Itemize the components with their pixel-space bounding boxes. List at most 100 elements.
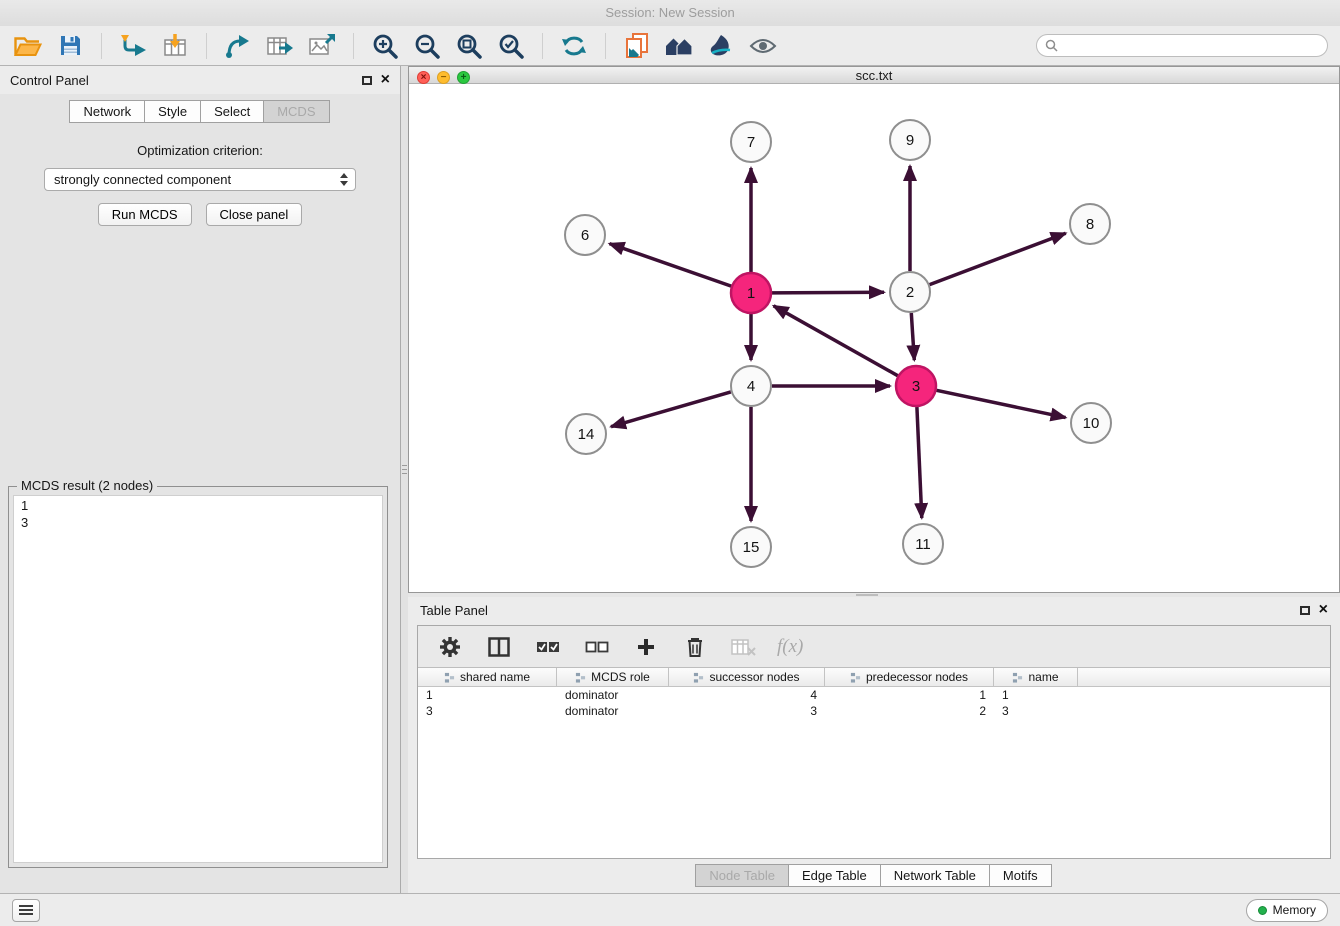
- node-14[interactable]: 14: [566, 414, 606, 454]
- table-cell: 1: [418, 687, 557, 703]
- network-window-titlebar[interactable]: × − + scc.txt: [409, 67, 1339, 84]
- table-panel-header: Table Panel ×: [408, 597, 1340, 623]
- export-table-button[interactable]: [264, 30, 296, 62]
- tab-network-table[interactable]: Network Table: [880, 864, 990, 887]
- edge-2-8[interactable]: [930, 233, 1066, 284]
- tab-node-table[interactable]: Node Table: [695, 864, 789, 887]
- zoom-selected-button[interactable]: [495, 30, 527, 62]
- select-all-button[interactable]: [532, 631, 564, 663]
- tab-select[interactable]: Select: [200, 100, 264, 123]
- zoom-out-button[interactable]: [411, 30, 443, 62]
- node-4[interactable]: 4: [731, 366, 771, 406]
- close-panel-icon[interactable]: ×: [1319, 602, 1328, 618]
- annotation-paint-button[interactable]: [705, 30, 737, 62]
- table-header-row: shared nameMCDS rolesuccessor nodesprede…: [418, 668, 1330, 687]
- column-header-shared-name[interactable]: shared name: [418, 668, 557, 686]
- network-canvas[interactable]: 7 9 6 8 1 2 4 3 14 10 15 11: [409, 84, 1339, 592]
- table-row[interactable]: 1dominator411: [418, 687, 1330, 703]
- edge-2-3[interactable]: [911, 313, 914, 360]
- add-column-button[interactable]: [630, 631, 662, 663]
- control-panel-title: Control Panel: [10, 73, 89, 88]
- node-9[interactable]: 9: [890, 120, 930, 160]
- table-settings-button[interactable]: [434, 631, 466, 663]
- edge-1-6[interactable]: [610, 244, 732, 287]
- zoom-in-button[interactable]: [369, 30, 401, 62]
- node-15[interactable]: 15: [731, 527, 771, 567]
- node-1[interactable]: 1: [731, 273, 771, 313]
- node-10[interactable]: 10: [1071, 403, 1111, 443]
- toolbar-separator: [605, 33, 606, 59]
- node-2[interactable]: 2: [890, 272, 930, 312]
- node-7[interactable]: 7: [731, 122, 771, 162]
- first-neighbors-button[interactable]: [663, 30, 695, 62]
- run-mcds-button[interactable]: Run MCDS: [98, 203, 192, 226]
- tab-mcds[interactable]: MCDS: [263, 100, 329, 123]
- function-builder-button[interactable]: f(x): [777, 636, 803, 658]
- svg-text:11: 11: [915, 536, 931, 553]
- sort-icon: [693, 672, 704, 683]
- node-3[interactable]: 3: [896, 366, 936, 406]
- export-network-icon: [225, 33, 251, 59]
- tab-network[interactable]: Network: [69, 100, 145, 123]
- zoom-in-icon: [372, 33, 398, 59]
- tab-style[interactable]: Style: [144, 100, 201, 123]
- float-panel-icon[interactable]: [362, 76, 372, 85]
- maximize-window-icon[interactable]: +: [457, 71, 470, 84]
- table-row[interactable]: 3dominator323: [418, 703, 1330, 719]
- close-window-icon[interactable]: ×: [417, 71, 430, 84]
- network-view-window: × − + scc.txt 7 9 6 8 1 2 4 3 14 10 15 11: [408, 66, 1340, 593]
- import-table-button[interactable]: [159, 30, 191, 62]
- window-title: Session: New Session: [605, 5, 734, 20]
- edge-1-2[interactable]: [772, 292, 884, 293]
- column-header-MCDS-role[interactable]: MCDS role: [557, 668, 669, 686]
- export-image-button[interactable]: [306, 30, 338, 62]
- splitter-grip[interactable]: [402, 458, 407, 480]
- open-folder-icon: [14, 35, 42, 57]
- delete-column-button[interactable]: [679, 631, 711, 663]
- export-network-button[interactable]: [222, 30, 254, 62]
- svg-text:3: 3: [912, 378, 920, 395]
- show-column-button[interactable]: [483, 631, 515, 663]
- close-panel-icon[interactable]: ×: [381, 72, 390, 88]
- node-11[interactable]: 11: [903, 524, 943, 564]
- edge-3-11[interactable]: [917, 407, 922, 518]
- memory-button[interactable]: Memory: [1246, 899, 1328, 922]
- edge-3-10[interactable]: [937, 390, 1066, 417]
- save-session-button[interactable]: [54, 30, 86, 62]
- vertical-splitter[interactable]: [401, 66, 408, 893]
- export-table-icon: [266, 33, 294, 59]
- search-field[interactable]: [1036, 34, 1328, 57]
- search-input[interactable]: [1063, 38, 1319, 53]
- node-6[interactable]: 6: [565, 215, 605, 255]
- import-network-button[interactable]: [117, 30, 149, 62]
- mcds-result-text[interactable]: 1 3: [13, 495, 383, 863]
- splitter-grip[interactable]: [856, 594, 878, 596]
- open-session-button[interactable]: [12, 30, 44, 62]
- dropdown-stepper-icon: [340, 173, 349, 186]
- unselect-all-button[interactable]: [581, 631, 613, 663]
- copy-document-button[interactable]: [621, 30, 653, 62]
- toggle-view-button[interactable]: [747, 30, 779, 62]
- edge-4-14[interactable]: [611, 392, 731, 427]
- column-header-predecessor-nodes[interactable]: predecessor nodes: [825, 668, 994, 686]
- zoom-fit-button[interactable]: [453, 30, 485, 62]
- status-menu-button[interactable]: [12, 899, 40, 922]
- tab-motifs[interactable]: Motifs: [989, 864, 1052, 887]
- tab-edge-table[interactable]: Edge Table: [788, 864, 881, 887]
- node-table: shared nameMCDS rolesuccessor nodesprede…: [418, 668, 1330, 858]
- node-8[interactable]: 8: [1070, 204, 1110, 244]
- column-header-name[interactable]: name: [994, 668, 1078, 686]
- network-graph[interactable]: 7 9 6 8 1 2 4 3 14 10 15 11: [409, 84, 1339, 587]
- delete-table-button[interactable]: [728, 631, 760, 663]
- column-header-successor-nodes[interactable]: successor nodes: [669, 668, 825, 686]
- refresh-view-button[interactable]: [558, 30, 590, 62]
- float-panel-icon[interactable]: [1300, 606, 1310, 615]
- close-panel-button[interactable]: Close panel: [206, 203, 303, 226]
- edge-3-1[interactable]: [774, 306, 898, 376]
- minimize-window-icon[interactable]: −: [437, 71, 450, 84]
- split-columns-icon: [488, 637, 510, 657]
- table-cell: 3: [994, 703, 1078, 719]
- toolbar-separator: [353, 33, 354, 59]
- table-cell: dominator: [557, 703, 669, 719]
- optimization-criterion-dropdown[interactable]: strongly connected component: [44, 168, 356, 191]
